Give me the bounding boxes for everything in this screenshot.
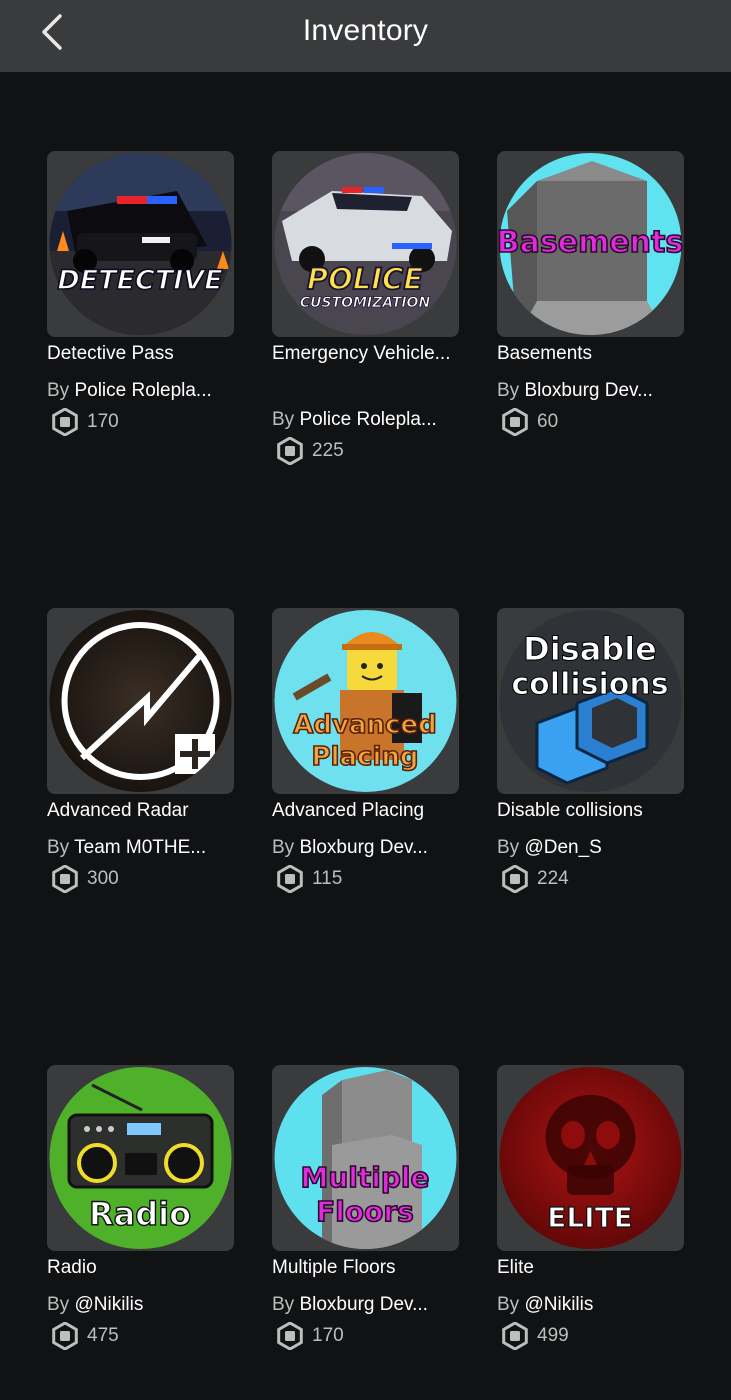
item-creator: By Police Rolepla...	[272, 409, 437, 430]
item-thumbnail: ELITE	[497, 1065, 684, 1251]
item-thumbnail: Radio	[47, 1065, 234, 1251]
thumbnail-label: Radio	[89, 1195, 191, 1233]
detective-thumbnail-icon: DETECTIVE	[49, 153, 232, 335]
item-thumbnail: DETECTIVE	[47, 151, 234, 337]
robux-icon	[52, 865, 78, 893]
thumbnail-label: ELITE	[547, 1201, 633, 1234]
item-name: Emergency Vehicle...	[272, 343, 451, 364]
item-thumbnail: Disable collisions	[497, 608, 684, 794]
thumbnail-sublabel: Placing	[312, 742, 419, 772]
robux-icon	[277, 1322, 303, 1350]
item-price: 475	[51, 1321, 119, 1351]
inventory-grid: DETECTIVE Detective Pass By Police Rolep…	[0, 0, 731, 1400]
item-creator: By Bloxburg Dev...	[272, 1294, 428, 1315]
radio-thumbnail-icon: Radio	[49, 1067, 232, 1249]
item-name: Basements	[497, 343, 593, 364]
robux-icon	[502, 1322, 528, 1350]
thumbnail-label: Disable	[523, 630, 657, 668]
item-price: 224	[501, 864, 569, 894]
item-name: Advanced Placing	[272, 800, 425, 821]
item-creator: By Police Rolepla...	[47, 380, 212, 401]
item-name: Detective Pass	[47, 343, 174, 364]
thumbnail-label: DETECTIVE	[57, 265, 223, 296]
item-price: 170	[276, 1321, 344, 1351]
item-price: 60	[501, 407, 558, 437]
police-customization-thumbnail-icon: POLICE CUSTOMIZATION	[274, 153, 457, 335]
item-price: 300	[51, 864, 119, 894]
item-creator: By @Nikilis	[497, 1294, 594, 1315]
thumbnail-label: POLICE	[307, 262, 423, 296]
robux-icon	[277, 865, 303, 893]
thumbnail-sublabel: Floors	[316, 1195, 414, 1228]
item-price: 499	[501, 1321, 569, 1351]
robux-icon	[277, 437, 303, 465]
item-thumbnail: Advanced Placing	[272, 608, 459, 794]
item-name: Disable collisions	[497, 800, 643, 821]
item-creator: By Bloxburg Dev...	[272, 837, 428, 858]
item-thumbnail: Multiple Floors	[272, 1065, 459, 1251]
thumbnail-sublabel: CUSTOMIZATION	[300, 295, 431, 311]
item-name: Multiple Floors	[272, 1257, 396, 1278]
radar-thumbnail-icon	[49, 610, 232, 792]
item-name: Advanced Radar	[47, 800, 189, 821]
item-creator: By @Den_S	[497, 837, 602, 858]
item-thumbnail	[47, 608, 234, 794]
disable-collisions-thumbnail-icon: Disable collisions	[499, 610, 682, 792]
item-name: Elite	[497, 1257, 534, 1278]
thumbnail-sublabel: collisions	[511, 667, 668, 702]
elite-thumbnail-icon: ELITE	[499, 1067, 682, 1249]
advanced-placing-thumbnail-icon: Advanced Placing	[274, 610, 457, 792]
item-creator: By @Nikilis	[47, 1294, 144, 1315]
item-thumbnail: POLICE CUSTOMIZATION	[272, 151, 459, 337]
item-name: Radio	[47, 1257, 97, 1278]
robux-icon	[502, 865, 528, 893]
basements-thumbnail-icon: Basements	[497, 153, 684, 335]
item-creator: By Bloxburg Dev...	[497, 380, 653, 401]
thumbnail-label: Basements	[497, 225, 683, 260]
robux-icon	[52, 1322, 78, 1350]
thumbnail-label: Multiple	[300, 1161, 429, 1194]
item-creator: By Team M0THE...	[47, 837, 207, 858]
item-price: 170	[51, 407, 119, 437]
thumbnail-label: Advanced	[293, 710, 436, 740]
robux-icon	[502, 408, 528, 436]
robux-icon	[52, 408, 78, 436]
item-thumbnail: Basements	[497, 151, 684, 337]
item-price: 115	[276, 864, 342, 894]
item-price: 225	[276, 436, 344, 466]
multiple-floors-thumbnail-icon: Multiple Floors	[274, 1067, 457, 1249]
